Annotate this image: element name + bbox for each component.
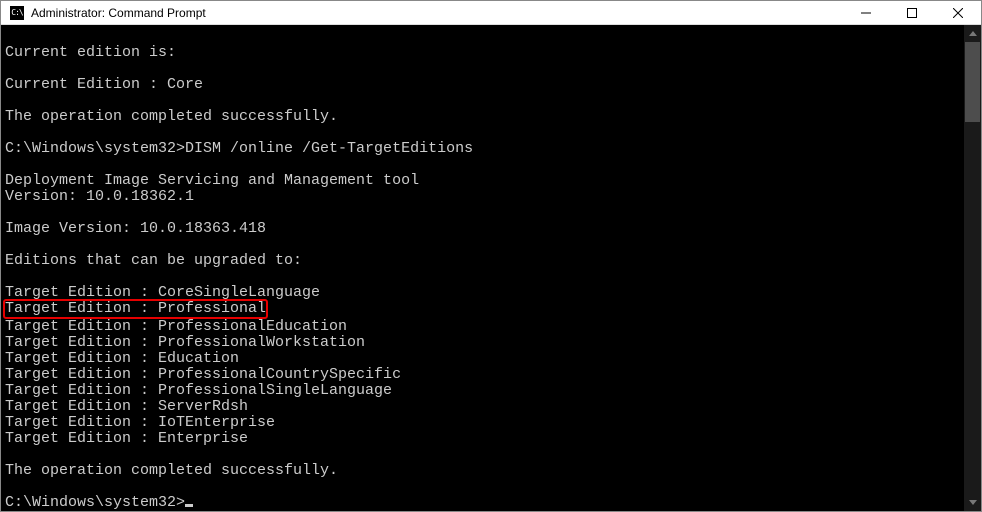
terminal-line: The operation completed successfully. bbox=[5, 109, 964, 125]
terminal-line bbox=[5, 237, 964, 253]
minimize-icon bbox=[861, 8, 871, 18]
terminal-line bbox=[5, 269, 964, 285]
terminal-line: Current edition is: bbox=[5, 45, 964, 61]
terminal-line bbox=[5, 125, 964, 141]
scroll-thumb[interactable] bbox=[965, 42, 980, 122]
terminal-line: Target Edition : ProfessionalEducation bbox=[5, 319, 964, 335]
terminal-line bbox=[5, 479, 964, 495]
terminal-line: Target Edition : ProfessionalCountrySpec… bbox=[5, 367, 964, 383]
terminal-line: Target Edition : ServerRdsh bbox=[5, 399, 964, 415]
terminal-line: Current Edition : Core bbox=[5, 77, 964, 93]
terminal-line: C:\Windows\system32>DISM /online /Get-Ta… bbox=[5, 141, 964, 157]
chevron-up-icon bbox=[969, 31, 977, 36]
terminal-line: Target Edition : Education bbox=[5, 351, 964, 367]
terminal-line: Editions that can be upgraded to: bbox=[5, 253, 964, 269]
close-icon bbox=[953, 8, 963, 18]
terminal-line: Target Edition : Professional bbox=[5, 301, 964, 319]
terminal-area: Current edition is: Current Edition : Co… bbox=[1, 25, 981, 511]
vertical-scrollbar[interactable] bbox=[964, 25, 981, 511]
terminal-line bbox=[5, 157, 964, 173]
terminal-line: Target Edition : IoTEnterprise bbox=[5, 415, 964, 431]
maximize-button[interactable] bbox=[889, 1, 935, 24]
scroll-down-button[interactable] bbox=[964, 494, 981, 511]
terminal-line: Target Edition : ProfessionalSingleLangu… bbox=[5, 383, 964, 399]
terminal-line bbox=[5, 93, 964, 109]
scroll-up-button[interactable] bbox=[964, 25, 981, 42]
terminal-line: Image Version: 10.0.18363.418 bbox=[5, 221, 964, 237]
maximize-icon bbox=[907, 8, 917, 18]
chevron-down-icon bbox=[969, 500, 977, 505]
terminal-line: Target Edition : ProfessionalWorkstation bbox=[5, 335, 964, 351]
terminal-line: Target Edition : Enterprise bbox=[5, 431, 964, 447]
text-cursor bbox=[185, 504, 193, 507]
terminal-line bbox=[5, 61, 964, 77]
terminal-line: C:\Windows\system32> bbox=[5, 495, 964, 511]
terminal-line bbox=[5, 29, 964, 45]
titlebar[interactable]: C:\ Administrator: Command Prompt bbox=[1, 1, 981, 25]
terminal-line: The operation completed successfully. bbox=[5, 463, 964, 479]
terminal-output[interactable]: Current edition is: Current Edition : Co… bbox=[1, 25, 964, 511]
terminal-line: Version: 10.0.18362.1 bbox=[5, 189, 964, 205]
terminal-line bbox=[5, 447, 964, 463]
terminal-line: Deployment Image Servicing and Managemen… bbox=[5, 173, 964, 189]
close-button[interactable] bbox=[935, 1, 981, 24]
window-title: Administrator: Command Prompt bbox=[31, 6, 843, 20]
minimize-button[interactable] bbox=[843, 1, 889, 24]
command-prompt-window: C:\ Administrator: Command Prompt Curren… bbox=[0, 0, 982, 512]
terminal-line bbox=[5, 205, 964, 221]
window-controls bbox=[843, 1, 981, 24]
cmd-icon: C:\ bbox=[9, 5, 25, 21]
highlighted-target-edition: Target Edition : Professional bbox=[3, 299, 268, 319]
